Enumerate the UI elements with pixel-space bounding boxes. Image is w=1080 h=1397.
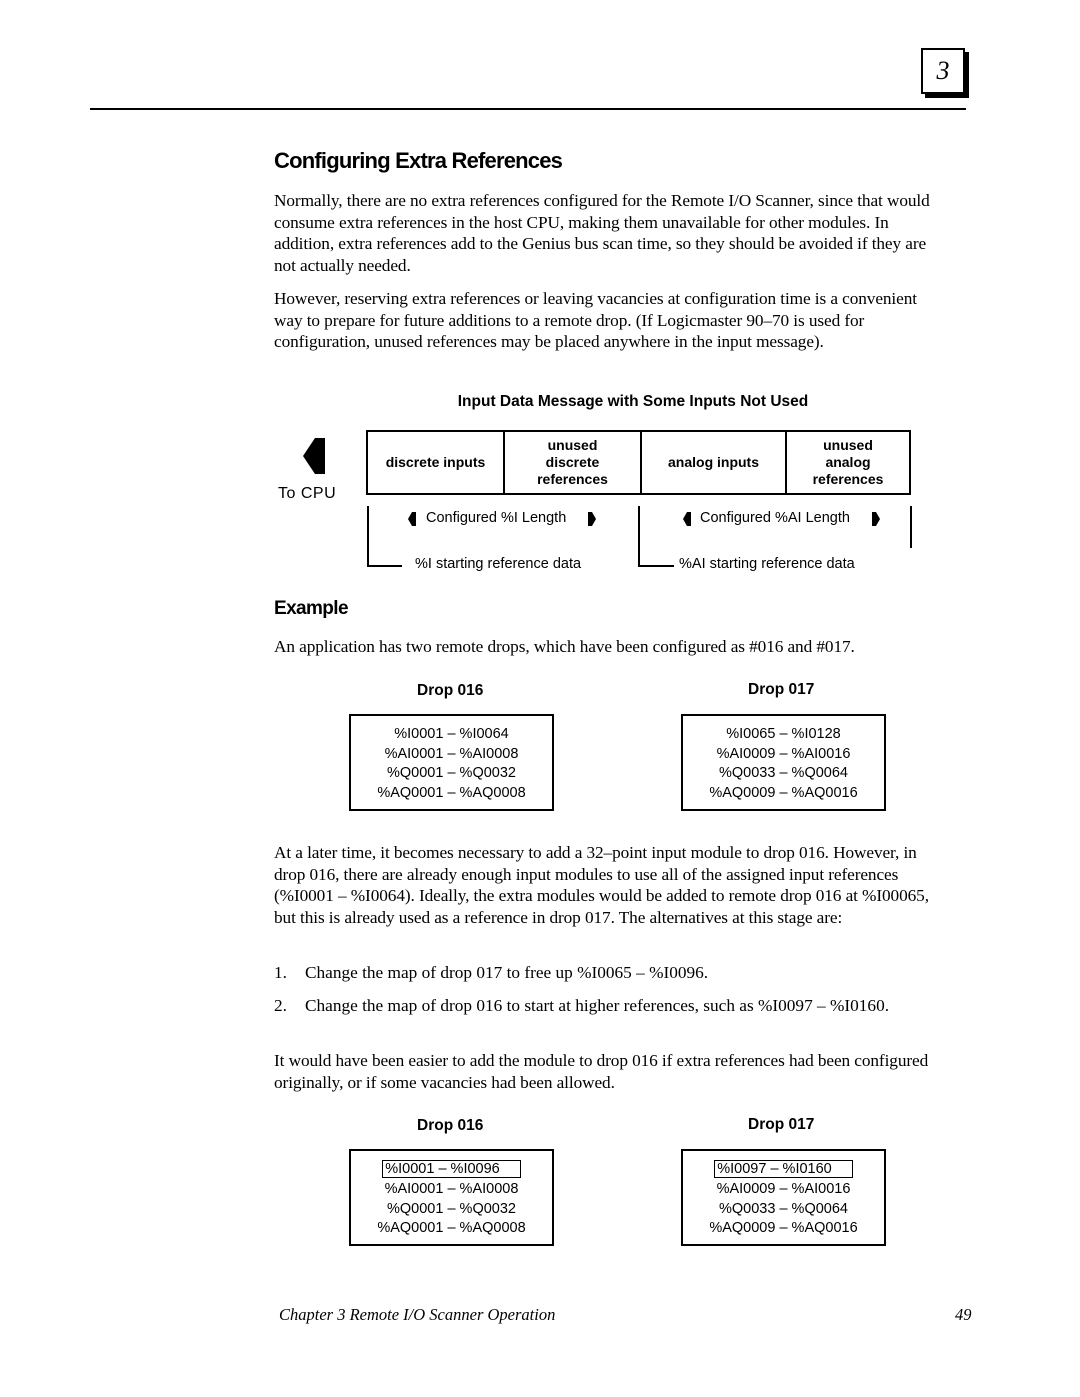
- reference-range: %Q0033 – %Q0064: [719, 1200, 848, 1217]
- chapter-number: 3: [936, 56, 950, 85]
- list-number: 1.: [274, 963, 287, 982]
- reference-range: %Q0033 – %Q0064: [719, 765, 848, 781]
- to-cpu-arrow-icon: [303, 438, 325, 474]
- cell-analog-inputs: analog inputs: [642, 432, 787, 493]
- drop-017-map-revised: %I0097 – %I0160 %AI0009 – %AI0016 %Q0033…: [681, 1149, 886, 1246]
- i-bracket-line: [367, 506, 369, 566]
- drop-017-map: %I0065 – %I0128 %AI0009 – %AI0016 %Q0033…: [681, 714, 886, 811]
- configured-i-length-label: Configured %I Length: [426, 510, 567, 526]
- cell-text: analog: [825, 454, 871, 470]
- reference-range: %AI0001 – %AI0008: [384, 745, 519, 762]
- drop-016-map-revised: %I0001 – %I0096 %AI0001 – %AI0008 %Q0001…: [349, 1149, 554, 1246]
- cell-text: unused: [547, 437, 598, 453]
- cell-discrete-inputs: discrete inputs: [368, 432, 505, 493]
- ai-bracket-line: [638, 565, 674, 567]
- to-cpu-label: To CPU: [278, 485, 337, 502]
- paragraph-example: An application has two remote drops, whi…: [274, 637, 855, 656]
- reference-range: %I0001 – %I0064: [394, 726, 509, 742]
- reference-range: %AQ0009 – %AQ0016: [709, 1220, 858, 1236]
- cell-text: discrete inputs: [385, 454, 486, 470]
- left-arrow-icon: [683, 512, 691, 526]
- drop-title: Drop 016: [417, 682, 484, 699]
- configured-ai-length-label: Configured %AI Length: [700, 510, 850, 526]
- left-arrow-icon: [408, 512, 416, 526]
- cell-text: references: [812, 471, 884, 487]
- ai-bracket-line: [638, 506, 640, 566]
- drop-title: Drop 017: [748, 1116, 815, 1133]
- cell-text: references: [537, 471, 608, 487]
- paragraph-reserving: However, reserving extra references or l…: [274, 289, 917, 352]
- highlighted-reference-range: %I0001 – %I0096: [382, 1160, 521, 1178]
- list-item: 2. Change the map of drop 016 to start a…: [274, 995, 944, 1017]
- reference-range: %Q0001 – %Q0032: [387, 1200, 516, 1217]
- reference-range: %AI0009 – %AI0016: [716, 1181, 851, 1197]
- paragraph-later: At a later time, it becomes necessary to…: [274, 843, 929, 927]
- drop-title: Drop 016: [417, 1117, 484, 1134]
- list-number: 2.: [274, 996, 287, 1015]
- reference-range: %AQ0009 – %AQ0016: [709, 784, 858, 801]
- reference-range: %AQ0001 – %AQ0008: [377, 784, 526, 801]
- cell-unused-discrete: unused discrete references: [505, 432, 642, 493]
- footer-chapter-title: Chapter 3 Remote I/O Scanner Operation: [279, 1305, 556, 1324]
- paragraph-intro: Normally, there are no extra references …: [274, 191, 930, 275]
- drop-title: Drop 017: [748, 681, 815, 698]
- chapter-tab: 3: [921, 48, 965, 94]
- reference-range: %I0065 – %I0128: [726, 726, 841, 742]
- cell-unused-analog: unused analog references: [787, 432, 909, 493]
- header-rule: [90, 108, 966, 110]
- i-bracket-line: [367, 565, 402, 567]
- paragraph-conclusion: It would have been easier to add the mod…: [274, 1051, 929, 1092]
- cell-text: discrete: [545, 454, 600, 470]
- right-arrow-icon: [872, 512, 880, 526]
- drop-016-map: %I0001 – %I0064 %AI0001 – %AI0008 %Q0001…: [349, 714, 554, 811]
- list-text: Change the map of drop 017 to free up %I…: [305, 963, 709, 982]
- section-title: Configuring Extra References: [274, 148, 563, 173]
- list-item: 1. Change the map of drop 017 to free up…: [274, 962, 944, 984]
- reference-range: %AI0001 – %AI0008: [384, 1181, 519, 1197]
- reference-range: %Q0001 – %Q0032: [387, 765, 516, 781]
- highlighted-reference-range: %I0097 – %I0160: [714, 1160, 853, 1178]
- list-text: Change the map of drop 016 to start at h…: [305, 996, 890, 1015]
- reference-range: %AI0009 – %AI0016: [716, 745, 851, 762]
- input-message-box: discrete inputs unused discrete referenc…: [366, 430, 911, 495]
- reference-range: %AQ0001 – %AQ0008: [377, 1220, 526, 1236]
- example-heading: Example: [274, 598, 349, 619]
- cell-text: analog inputs: [668, 454, 759, 470]
- ai-end-line: [910, 506, 912, 548]
- cell-text: unused: [823, 437, 873, 453]
- i-starting-reference-label: %I starting reference data: [415, 556, 582, 572]
- diagram-title: Input Data Message with Some Inputs Not …: [457, 393, 809, 410]
- page-number: 49: [955, 1305, 972, 1324]
- right-arrow-icon: [588, 512, 596, 526]
- ai-starting-reference-label: %AI starting reference data: [679, 556, 855, 572]
